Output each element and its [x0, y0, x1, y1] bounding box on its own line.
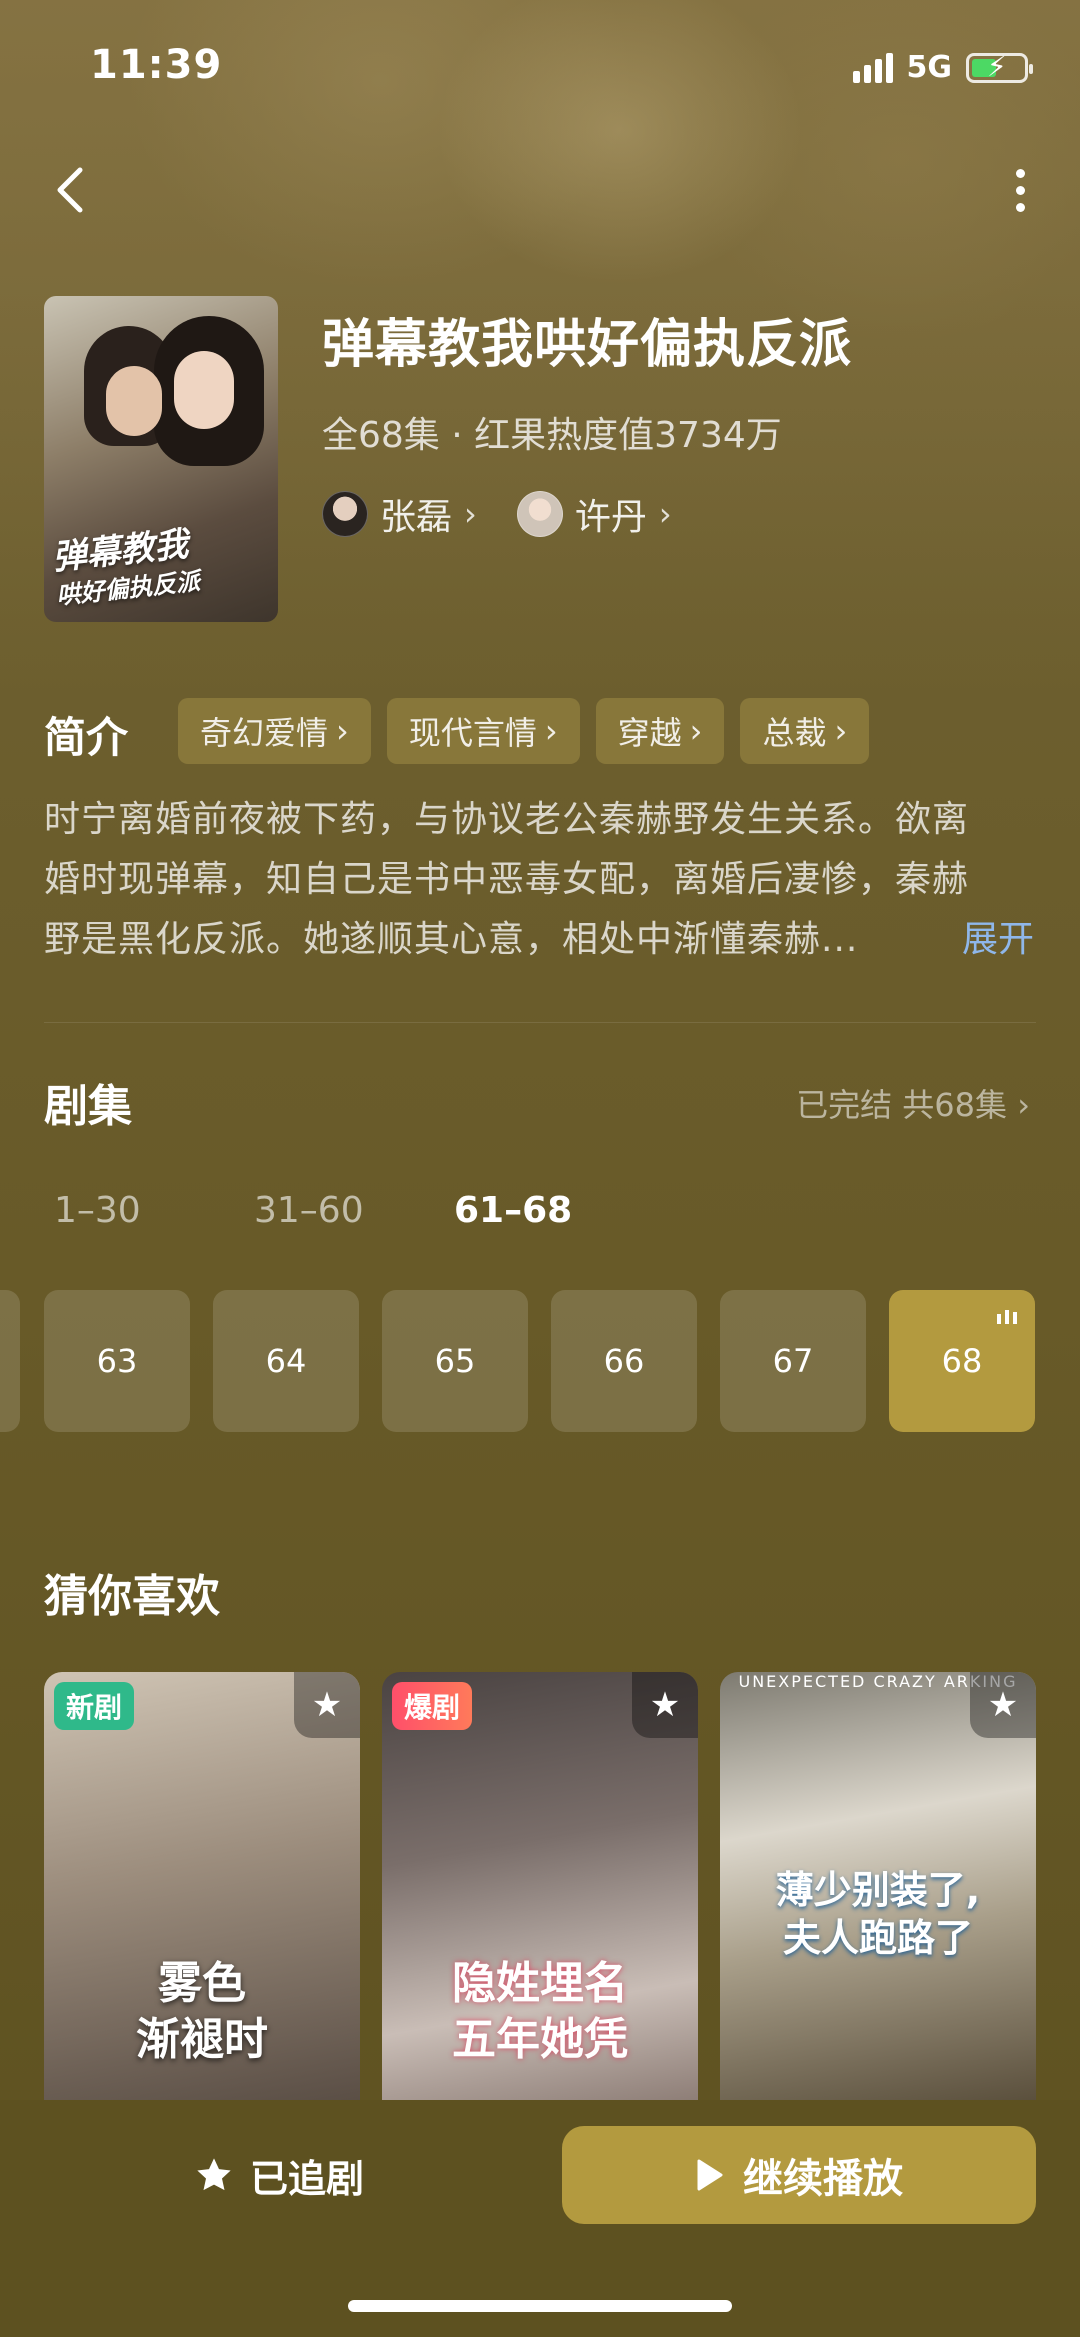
- continue-play-button[interactable]: 继续播放: [562, 2126, 1036, 2224]
- card-title: 薄少别装了, 夫人跑路了: [775, 1868, 981, 1960]
- actor-list: 张磊 › 许丹 ›: [322, 488, 672, 540]
- tab-range[interactable]: 31–60: [254, 1190, 454, 1231]
- chevron-right-icon: ›: [834, 712, 848, 750]
- chevron-right-icon: ›: [658, 495, 672, 533]
- genre-tags: 奇幻爱情 › 现代言情 › 穿越 › 总裁 ›: [178, 698, 870, 764]
- more-button[interactable]: [1000, 160, 1040, 220]
- actor-item[interactable]: 许丹 ›: [516, 488, 672, 540]
- hot-badge: 爆剧: [392, 1682, 473, 1730]
- status-indicators: 5G ⚡: [852, 50, 1033, 85]
- new-badge: 新剧: [54, 1682, 135, 1730]
- genre-tag[interactable]: 穿越 ›: [595, 698, 725, 764]
- star-icon[interactable]: ★: [632, 1672, 698, 1738]
- avatar: [322, 491, 368, 537]
- episode-button[interactable]: 66: [551, 1290, 697, 1432]
- chevron-right-icon: ›: [464, 495, 477, 533]
- chevron-right-icon: ›: [544, 712, 558, 750]
- expand-link[interactable]: 展开: [962, 910, 1034, 970]
- avatar: [516, 491, 563, 537]
- card-title: 隐姓埋名 五年她凭: [452, 1958, 628, 2065]
- star-icon: [197, 2158, 231, 2191]
- network-label: 5G: [906, 50, 953, 85]
- recommend-card[interactable]: 爆剧 ★ 隐姓埋名 五年她凭: [382, 1672, 698, 2102]
- status-time: 11:39: [90, 42, 223, 88]
- episode-list: 63 64 65 66 67 68: [0, 1290, 1080, 1432]
- episodes-heading: 剧集: [44, 1081, 132, 1132]
- back-button[interactable]: [48, 160, 94, 220]
- divider: [44, 1022, 1036, 1023]
- chevron-right-icon: ›: [689, 712, 703, 750]
- episode-button[interactable]: 64: [213, 1290, 359, 1432]
- drama-poster[interactable]: 弹幕教我 哄好偏执反派: [44, 296, 278, 622]
- more-dots-icon: [1015, 168, 1025, 178]
- star-icon[interactable]: ★: [294, 1672, 360, 1738]
- follow-button[interactable]: 已追剧: [44, 2126, 514, 2224]
- episodes-summary-link[interactable]: 已完结 共68集 ›: [796, 1080, 1030, 1126]
- episode-button[interactable]: 63: [44, 1290, 190, 1432]
- actor-item[interactable]: 张磊 ›: [322, 488, 477, 540]
- recommend-card[interactable]: UNEXPECTED CRAZY ARKING ★ 薄少别装了, 夫人跑路了: [720, 1672, 1036, 2102]
- battery-icon: ⚡: [966, 51, 1033, 83]
- star-icon[interactable]: ★: [970, 1672, 1036, 1738]
- episode-button-partial[interactable]: [0, 1290, 20, 1432]
- genre-tag[interactable]: 总裁 ›: [740, 698, 870, 764]
- chevron-left-icon: [57, 167, 83, 213]
- genre-tag[interactable]: 奇幻爱情 ›: [178, 698, 371, 764]
- poster-title: 弹幕教我 哄好偏执反派: [50, 524, 202, 611]
- recommend-list: 新剧 ★ 雾色 渐褪时 爆剧 ★ 隐姓埋名 五年她凭 UNEXPECTED CR…: [44, 1672, 1036, 2102]
- signal-icon: [852, 52, 893, 83]
- episode-button[interactable]: 67: [720, 1290, 866, 1432]
- recommend-card[interactable]: 新剧 ★ 雾色 渐褪时: [44, 1672, 360, 2102]
- chevron-right-icon: ›: [336, 712, 349, 750]
- episode-range-tabs: 1–30 31–60 61–68: [54, 1190, 654, 1231]
- home-indicator: [348, 2300, 732, 2312]
- tab-range-active[interactable]: 61–68: [454, 1190, 654, 1231]
- genre-tag[interactable]: 现代言情 ›: [386, 698, 580, 764]
- episode-button[interactable]: 65: [382, 1290, 528, 1432]
- play-icon: [697, 2159, 723, 2191]
- drama-title: 弹幕教我哄好偏执反派: [322, 315, 853, 375]
- tab-range[interactable]: 1–30: [54, 1190, 254, 1231]
- episode-button-playing[interactable]: 68: [889, 1290, 1035, 1432]
- recommend-heading: 猜你喜欢: [44, 1571, 220, 1622]
- intro-heading: 简介: [44, 713, 129, 762]
- drama-meta: 全68集 · 红果热度值3734万: [322, 415, 782, 456]
- intro-text: 时宁离婚前夜被下药，与协议老公秦赫野发生关系。欲离 婚时现弹幕，知自己是书中恶毒…: [44, 799, 970, 960]
- card-title: 雾色 渐褪时: [136, 1958, 268, 2065]
- playing-bars-icon: [997, 1310, 1017, 1324]
